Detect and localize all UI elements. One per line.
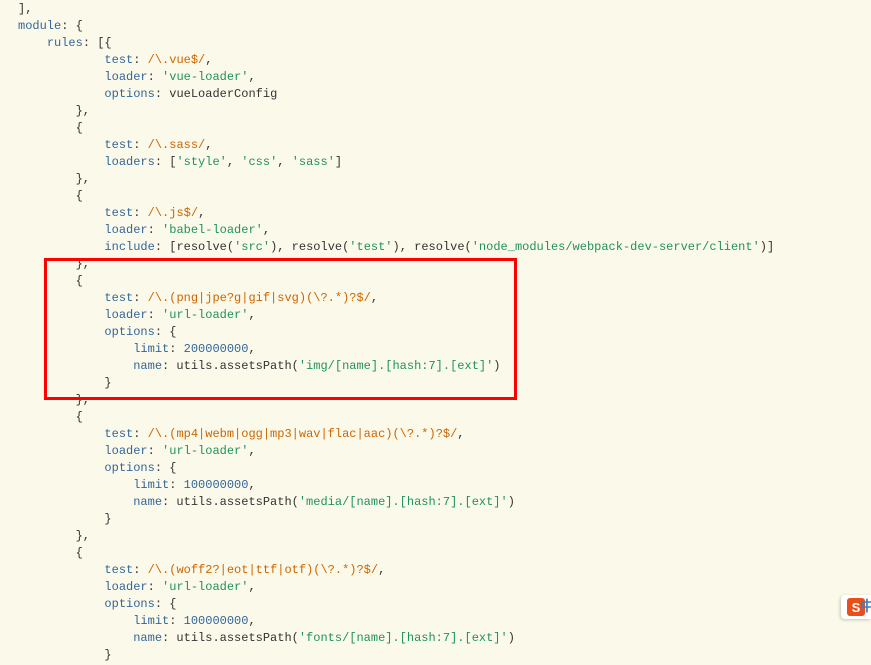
code-line: limit: 100000000,: [18, 477, 871, 494]
code-line: ],: [18, 1, 871, 18]
code-line: module: {: [18, 18, 871, 35]
code-line: options: vueLoaderConfig: [18, 86, 871, 103]
code-line: loader: 'url-loader',: [18, 307, 871, 324]
code-line: rules: [{: [18, 35, 871, 52]
code-line: test: /\.(png|jpe?g|gif|svg)(\?.*)?$/,: [18, 290, 871, 307]
code-line: {: [18, 188, 871, 205]
code-line: }: [18, 375, 871, 392]
code-line: test: /\.sass/,: [18, 137, 871, 154]
code-line: },: [18, 171, 871, 188]
ime-label: 中: [860, 598, 871, 615]
code-line: {: [18, 120, 871, 137]
code-line: test: /\.(mp4|webm|ogg|mp3|wav|flac|aac)…: [18, 426, 871, 443]
code-line: include: [resolve('src'), resolve('test'…: [18, 239, 871, 256]
code-line: name: utils.assetsPath('media/[name].[ha…: [18, 494, 871, 511]
code-line: loader: 'babel-loader',: [18, 222, 871, 239]
code-line: loader: 'url-loader',: [18, 443, 871, 460]
code-line: {: [18, 273, 871, 290]
code-line: options: {: [18, 460, 871, 477]
code-line: test: /\.(woff2?|eot|ttf|otf)(\?.*)?$/,: [18, 562, 871, 579]
code-block: ], module: { rules: [{ test: /\.vue$/, l…: [18, 1, 871, 664]
code-line: test: /\.vue$/,: [18, 52, 871, 69]
code-line: limit: 100000000,: [18, 613, 871, 630]
code-line: },: [18, 103, 871, 120]
code-line: options: {: [18, 596, 871, 613]
code-line: loaders: ['style', 'css', 'sass']: [18, 154, 871, 171]
code-line: {: [18, 545, 871, 562]
code-line: {: [18, 409, 871, 426]
code-line: loader: 'url-loader',: [18, 579, 871, 596]
code-line: test: /\.js$/,: [18, 205, 871, 222]
code-line: name: utils.assetsPath('fonts/[name].[ha…: [18, 630, 871, 647]
code-line: name: utils.assetsPath('img/[name].[hash…: [18, 358, 871, 375]
code-line: },: [18, 528, 871, 545]
code-line: },: [18, 256, 871, 273]
code-line: },: [18, 392, 871, 409]
code-line: limit: 200000000,: [18, 341, 871, 358]
code-line: options: {: [18, 324, 871, 341]
code-line: }: [18, 647, 871, 664]
code-line: loader: 'vue-loader',: [18, 69, 871, 86]
code-line: }: [18, 511, 871, 528]
